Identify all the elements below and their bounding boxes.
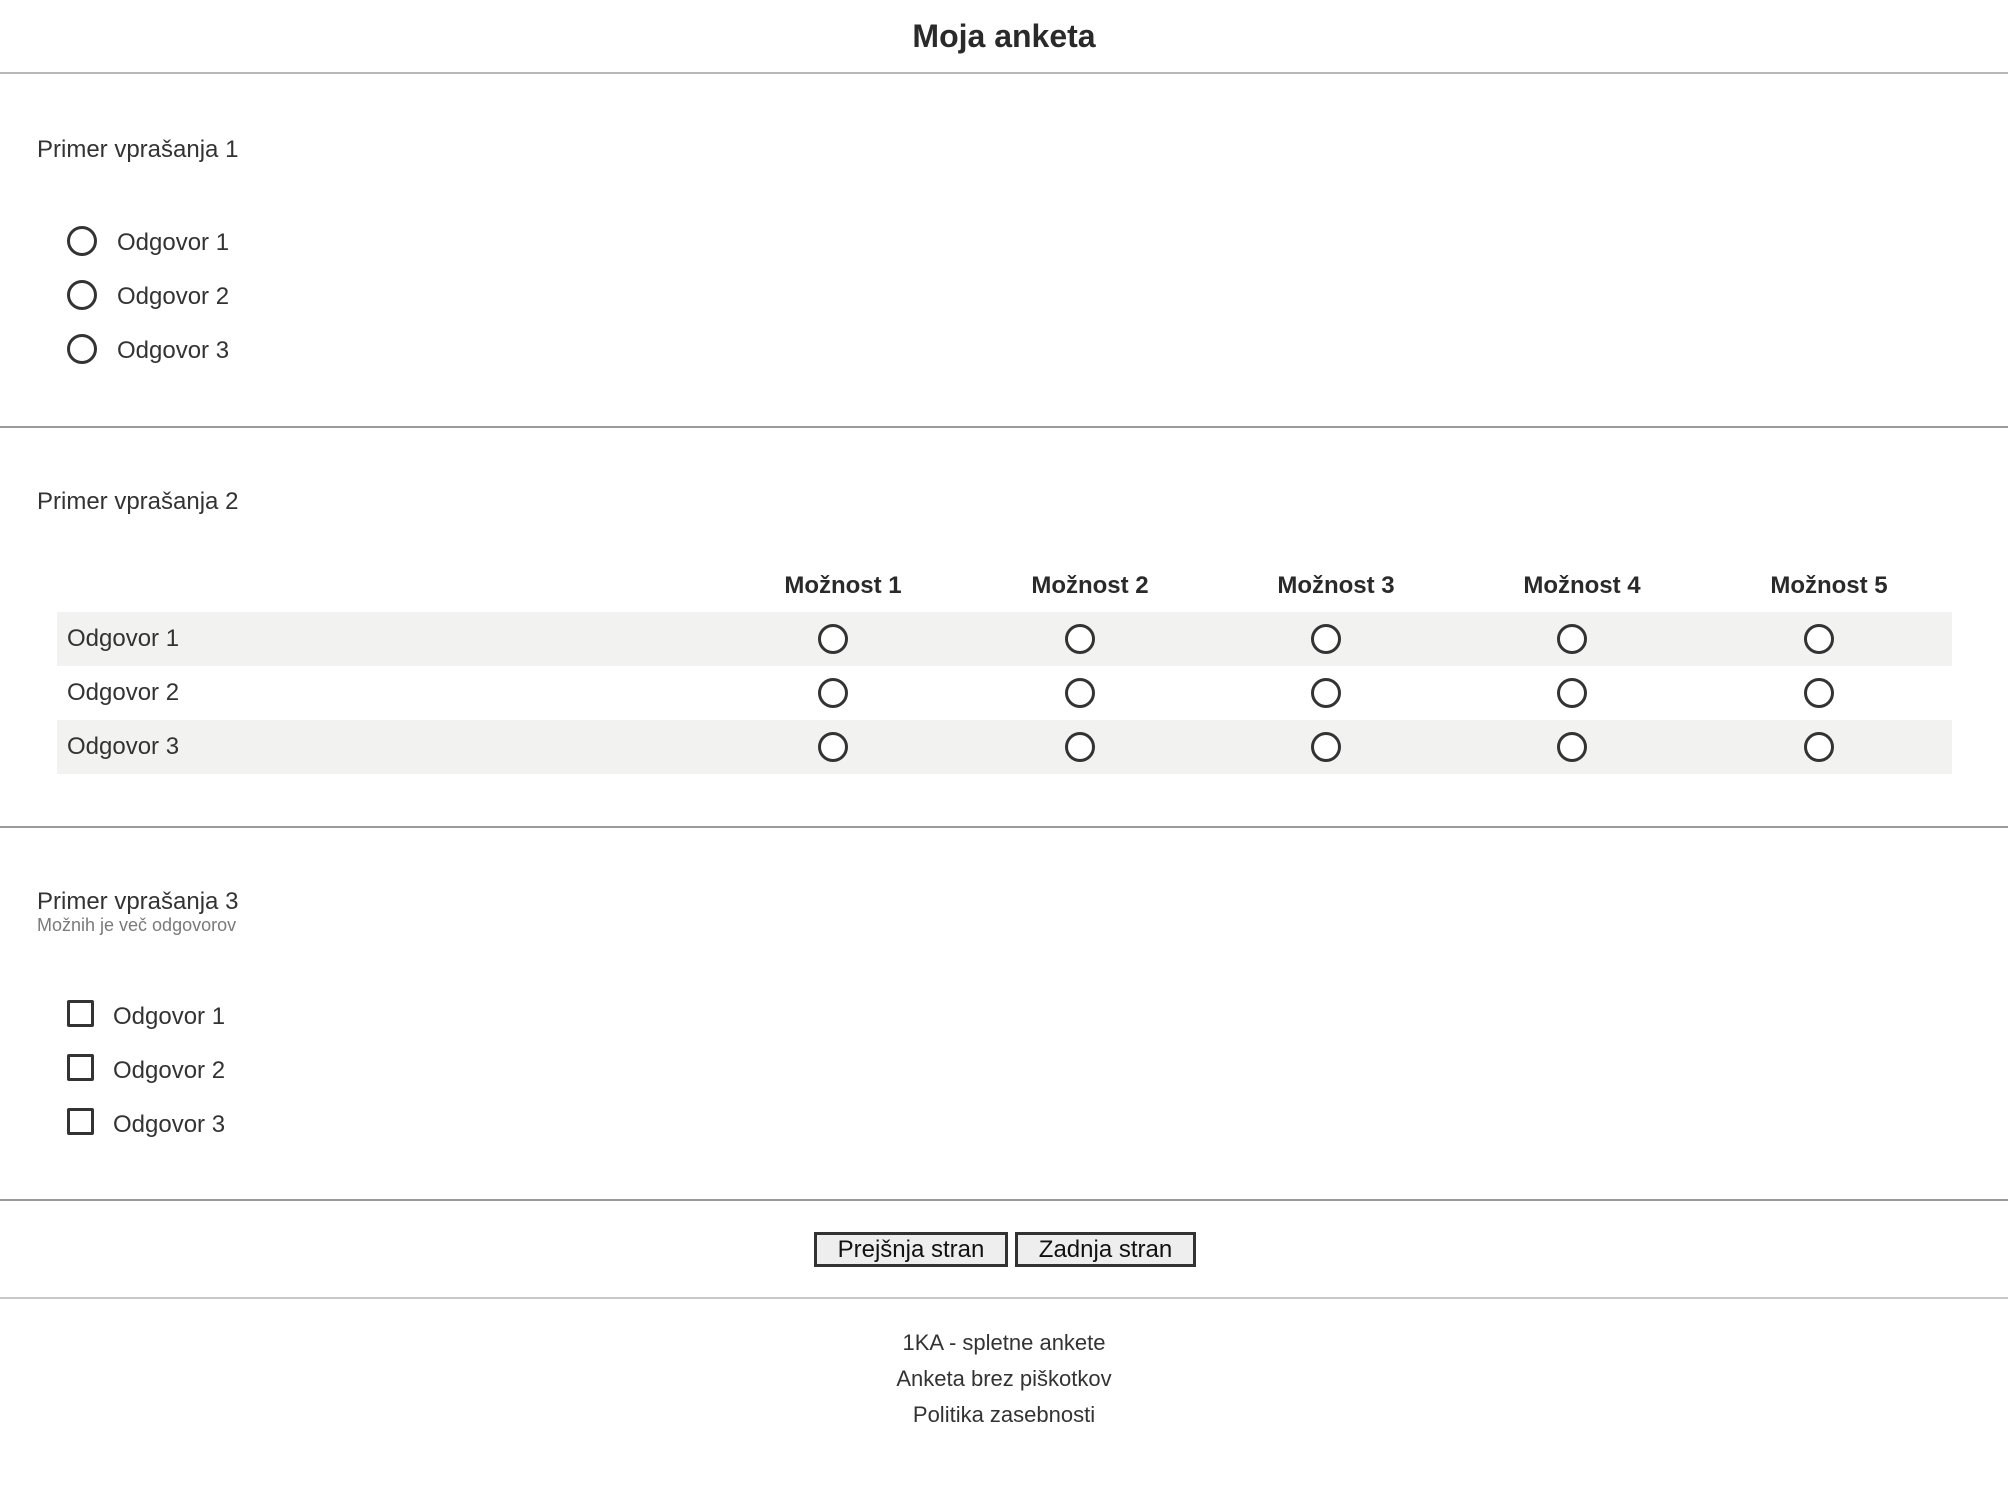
grid-row-3-label: Odgovor 3 bbox=[67, 733, 180, 760]
question-2-text: Primer vprašanja 2 bbox=[37, 488, 239, 515]
grid-column-header-3: Možnost 3 bbox=[1277, 572, 1395, 599]
grid-row-1: Odgovor 1 bbox=[57, 612, 1952, 666]
footer-link-privacy[interactable]: Politika zasebnosti bbox=[0, 1402, 2008, 1428]
question-1-text: Primer vprašanja 1 bbox=[37, 136, 239, 163]
grid-row-2: Odgovor 2 bbox=[57, 666, 1952, 720]
grid-r3-c1-radio[interactable] bbox=[818, 732, 848, 762]
q1-radio-option-1[interactable] bbox=[67, 226, 97, 256]
q1-option-2-label[interactable]: Odgovor 2 bbox=[117, 283, 229, 311]
grid-r2-c1-radio[interactable] bbox=[818, 678, 848, 708]
grid-r2-c4-radio[interactable] bbox=[1557, 678, 1587, 708]
survey-title: Moja anketa bbox=[0, 0, 2008, 74]
grid-column-header-5: Možnost 5 bbox=[1770, 572, 1888, 599]
q1-radio-option-2[interactable] bbox=[67, 280, 97, 310]
q1-option-3-label[interactable]: Odgovor 3 bbox=[117, 337, 229, 365]
grid-r3-c4-radio[interactable] bbox=[1557, 732, 1587, 762]
grid-r1-c3-radio[interactable] bbox=[1311, 624, 1341, 654]
grid-column-header-1: Možnost 1 bbox=[784, 572, 902, 599]
q1-option-1-label[interactable]: Odgovor 1 bbox=[117, 229, 229, 257]
footer-link-cookieless[interactable]: Anketa brez piškotkov bbox=[0, 1366, 2008, 1392]
grid-column-header-2: Možnost 2 bbox=[1031, 572, 1149, 599]
grid-r3-c3-radio[interactable] bbox=[1311, 732, 1341, 762]
section-divider bbox=[0, 426, 2008, 428]
grid-r1-c4-radio[interactable] bbox=[1557, 624, 1587, 654]
previous-page-button[interactable]: Prejšnja stran bbox=[814, 1232, 1008, 1267]
grid-column-header-4: Možnost 4 bbox=[1523, 572, 1641, 599]
q3-option-3-label[interactable]: Odgovor 3 bbox=[113, 1111, 225, 1139]
question-3-note: Možnih je več odgovorov bbox=[37, 915, 237, 935]
q1-radio-option-3[interactable] bbox=[67, 334, 97, 364]
grid-r3-c2-radio[interactable] bbox=[1065, 732, 1095, 762]
section-divider bbox=[0, 1199, 2008, 1201]
q3-checkbox-option-3[interactable] bbox=[67, 1108, 94, 1135]
grid-r1-c5-radio[interactable] bbox=[1804, 624, 1834, 654]
grid-r3-c5-radio[interactable] bbox=[1804, 732, 1834, 762]
section-divider bbox=[0, 826, 2008, 828]
q3-option-2-label[interactable]: Odgovor 2 bbox=[113, 1057, 225, 1085]
q3-checkbox-option-1[interactable] bbox=[67, 1000, 94, 1027]
grid-row-3: Odgovor 3 bbox=[57, 720, 1952, 774]
grid-r1-c1-radio[interactable] bbox=[818, 624, 848, 654]
last-page-button[interactable]: Zadnja stran bbox=[1015, 1232, 1196, 1267]
footer-divider bbox=[0, 1297, 2008, 1299]
q3-checkbox-option-2[interactable] bbox=[67, 1054, 94, 1081]
q3-option-1-label[interactable]: Odgovor 1 bbox=[113, 1003, 225, 1031]
grid-r2-c5-radio[interactable] bbox=[1804, 678, 1834, 708]
grid-r1-c2-radio[interactable] bbox=[1065, 624, 1095, 654]
grid-row-2-label: Odgovor 2 bbox=[67, 679, 180, 706]
footer-link-1ka[interactable]: 1KA - spletne ankete bbox=[0, 1330, 2008, 1356]
grid-r2-c2-radio[interactable] bbox=[1065, 678, 1095, 708]
grid-r2-c3-radio[interactable] bbox=[1311, 678, 1341, 708]
question-3-text: Primer vprašanja 3 bbox=[37, 888, 239, 915]
grid-row-1-label: Odgovor 1 bbox=[67, 625, 180, 652]
